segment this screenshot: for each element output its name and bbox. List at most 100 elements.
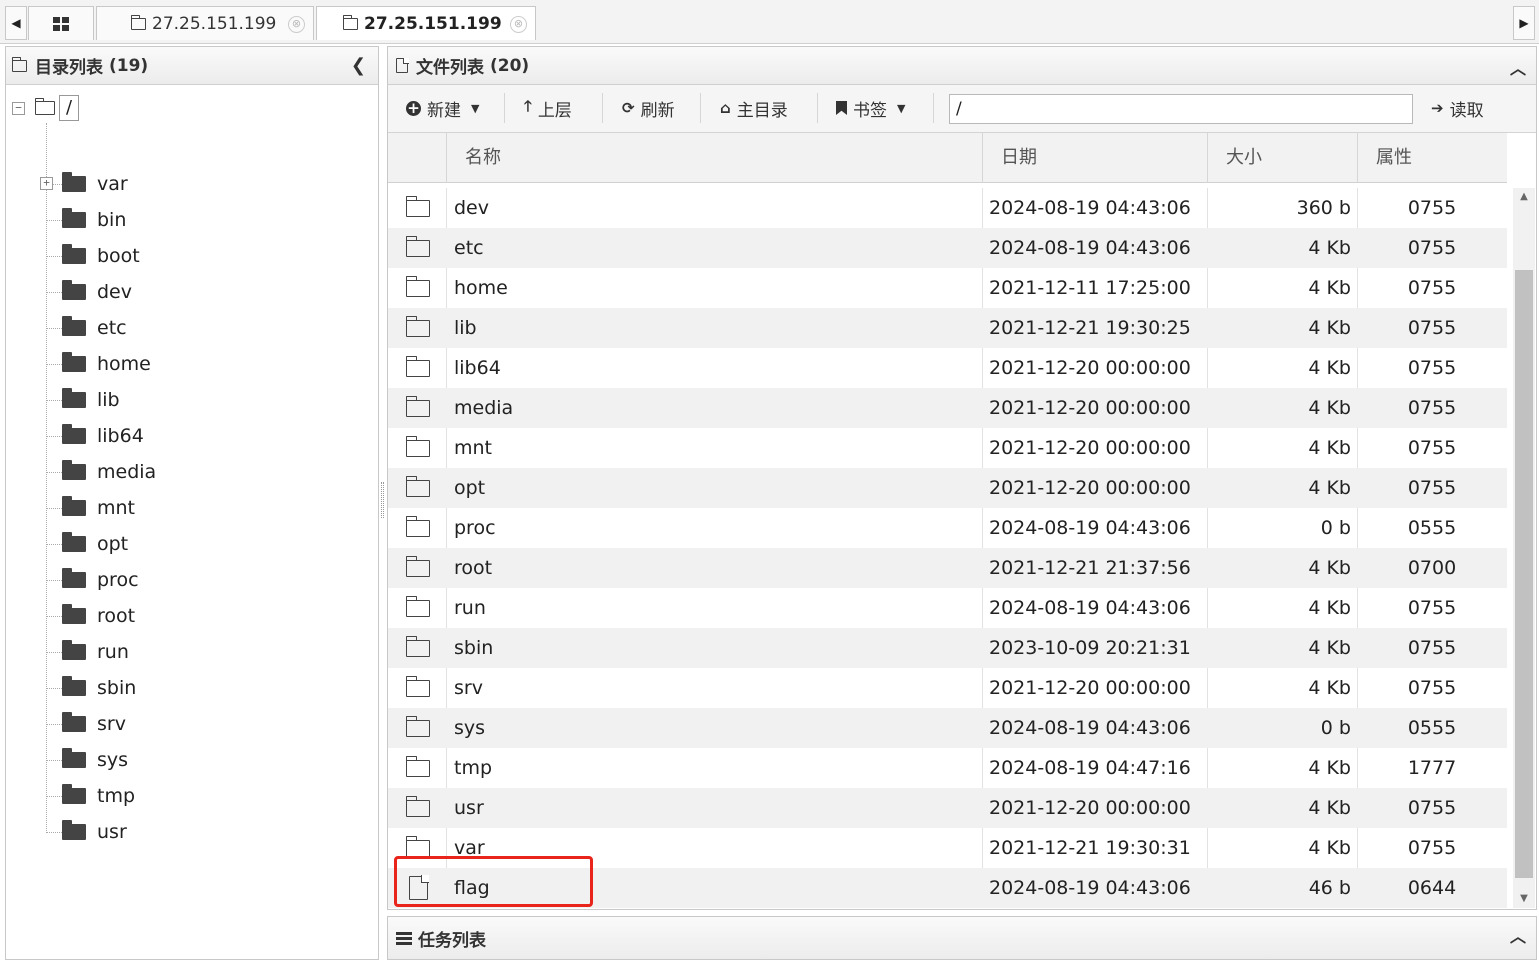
- highlight-annotation: [394, 856, 593, 907]
- close-icon[interactable]: ⊗: [288, 16, 305, 33]
- tree-item[interactable]: media: [46, 457, 156, 487]
- directory-count: (19): [109, 55, 149, 76]
- folder-icon: [405, 555, 430, 577]
- task-panel[interactable]: 任务列表 ︿: [387, 916, 1537, 960]
- folder-icon: [62, 208, 86, 228]
- up-level-button[interactable]: 🡑 上层: [524, 93, 572, 123]
- tree-item-label: mnt: [97, 497, 135, 519]
- tab-host-inactive[interactable]: 27.25.151.199 ⊗: [96, 6, 314, 40]
- table-row[interactable]: media 2021-12-20 00:00:00 4 Kb 0755: [388, 388, 1507, 428]
- table-row[interactable]: mnt 2021-12-20 00:00:00 4 Kb 0755: [388, 428, 1507, 468]
- row-size: 4 Kb: [1308, 357, 1351, 379]
- row-size: 4 Kb: [1308, 477, 1351, 499]
- folder-icon: [62, 676, 86, 696]
- table-row[interactable]: tmp 2024-08-19 04:47:16 4 Kb 1777: [388, 748, 1507, 788]
- table-row[interactable]: home 2021-12-11 17:25:00 4 Kb 0755: [388, 268, 1507, 308]
- column-header-size[interactable]: 大小: [1207, 133, 1357, 183]
- tree-item[interactable]: lib: [46, 385, 120, 415]
- tree-item[interactable]: run: [46, 637, 129, 667]
- folder-icon: [62, 532, 86, 552]
- table-row[interactable]: proc 2024-08-19 04:43:06 0 b 0555: [388, 508, 1507, 548]
- toolbar-divider: [817, 93, 818, 123]
- folder-icon: [405, 235, 430, 257]
- caret-down-icon: ▼: [897, 101, 906, 115]
- panel-splitter[interactable]: [381, 482, 384, 518]
- vertical-scrollbar[interactable]: ▲ ▼: [1513, 188, 1535, 908]
- table-row[interactable]: lib 2021-12-21 19:30:25 4 Kb 0755: [388, 308, 1507, 348]
- tree-item[interactable]: mnt: [46, 493, 135, 523]
- table-row[interactable]: dev 2024-08-19 04:43:06 360 b 0755: [388, 188, 1507, 228]
- tree-connector: [46, 543, 62, 545]
- tab-host-active[interactable]: 27.25.151.199 ⊗: [316, 6, 536, 40]
- table-row[interactable]: run 2024-08-19 04:43:06 4 Kb 0755: [388, 588, 1507, 628]
- tree-item[interactable]: + var: [40, 169, 128, 199]
- tree-root-label[interactable]: /: [59, 95, 80, 121]
- read-button[interactable]: ➔ 读取: [1431, 93, 1484, 123]
- tree-item[interactable]: sys: [46, 745, 128, 775]
- column-header-attr[interactable]: 属性: [1357, 133, 1507, 183]
- task-panel-title: 任务列表: [418, 930, 486, 951]
- table-row[interactable]: root 2021-12-21 21:37:56 4 Kb 0700: [388, 548, 1507, 588]
- tree-item[interactable]: etc: [46, 313, 127, 343]
- tree-item[interactable]: boot: [46, 241, 140, 271]
- table-row[interactable]: usr 2021-12-20 00:00:00 4 Kb 0755: [388, 788, 1507, 828]
- scroll-down-icon[interactable]: ▼: [1513, 890, 1535, 908]
- tree-root[interactable]: − /: [12, 95, 80, 121]
- table-row[interactable]: srv 2021-12-20 00:00:00 4 Kb 0755: [388, 668, 1507, 708]
- new-button[interactable]: + 新建 ▼: [406, 93, 479, 123]
- tree-connector: [46, 291, 62, 293]
- path-input[interactable]: [949, 94, 1413, 124]
- tree-item[interactable]: lib64: [46, 421, 144, 451]
- tree-item[interactable]: bin: [46, 205, 126, 235]
- column-header-name[interactable]: 名称: [446, 133, 982, 183]
- tab-home-grid[interactable]: [28, 6, 94, 40]
- tree-item[interactable]: srv: [46, 709, 126, 739]
- column-header-date[interactable]: 日期: [982, 133, 1207, 183]
- caret-down-icon: ▼: [471, 101, 480, 115]
- folder-icon: [62, 424, 86, 444]
- tree-connector: [46, 687, 62, 689]
- row-attr: 0755: [1407, 277, 1457, 299]
- tree-item[interactable]: tmp: [46, 781, 135, 811]
- tree-item[interactable]: opt: [46, 529, 128, 559]
- table-row[interactable]: opt 2021-12-20 00:00:00 4 Kb 0755: [388, 468, 1507, 508]
- new-label: 新建: [427, 100, 461, 121]
- tree-item[interactable]: proc: [46, 565, 139, 595]
- read-label: 读取: [1449, 100, 1484, 121]
- folder-icon: [62, 244, 86, 264]
- refresh-label: 刷新: [640, 100, 675, 121]
- tree-item[interactable]: root: [46, 601, 135, 631]
- chevron-up-icon[interactable]: ︿: [1510, 923, 1526, 947]
- refresh-button[interactable]: ⟳ 刷新: [622, 93, 675, 123]
- table-row[interactable]: sys 2024-08-19 04:43:06 0 b 0555: [388, 708, 1507, 748]
- tree-item[interactable]: home: [46, 349, 151, 379]
- row-attr: 0755: [1407, 317, 1457, 339]
- tab-scroll-left-button[interactable]: ◀: [5, 6, 27, 40]
- tree-item[interactable]: dev: [46, 277, 132, 307]
- row-size: 4 Kb: [1308, 677, 1351, 699]
- table-row[interactable]: sbin 2023-10-09 20:21:31 4 Kb 0755: [388, 628, 1507, 668]
- row-size: 0 b: [1320, 717, 1351, 739]
- close-icon[interactable]: ⊗: [510, 16, 527, 33]
- directory-panel: 目录列表 (19) ❮ − / + var bin boot dev etc home lib…: [5, 46, 379, 960]
- home-dir-button[interactable]: ⌂ 主目录: [720, 93, 788, 123]
- table-row[interactable]: etc 2024-08-19 04:43:06 4 Kb 0755: [388, 228, 1507, 268]
- bookmark-button[interactable]: 书签 ▼: [836, 93, 905, 123]
- expand-expander-icon[interactable]: +: [40, 177, 53, 190]
- tree-connector: [46, 831, 62, 833]
- row-icon-cell: [405, 508, 446, 548]
- scrollbar-thumb[interactable]: [1515, 270, 1533, 878]
- folder-icon: [62, 316, 86, 336]
- file-grid-header: 名称 日期 大小 属性: [388, 133, 1507, 183]
- collapse-expander-icon[interactable]: −: [12, 101, 25, 115]
- row-icon-cell: [405, 548, 446, 588]
- chevron-up-icon[interactable]: ︿: [1510, 55, 1526, 79]
- scroll-up-icon[interactable]: ▲: [1513, 188, 1535, 206]
- tree-item[interactable]: sbin: [46, 673, 136, 703]
- tab-label: 27.25.151.199: [152, 13, 277, 34]
- tree-item[interactable]: usr: [46, 817, 127, 847]
- tab-scroll-right-button[interactable]: ▶: [1513, 6, 1535, 40]
- tree-connector: [46, 615, 62, 617]
- table-row[interactable]: lib64 2021-12-20 00:00:00 4 Kb 0755: [388, 348, 1507, 388]
- collapse-left-icon[interactable]: ❮: [351, 55, 366, 76]
